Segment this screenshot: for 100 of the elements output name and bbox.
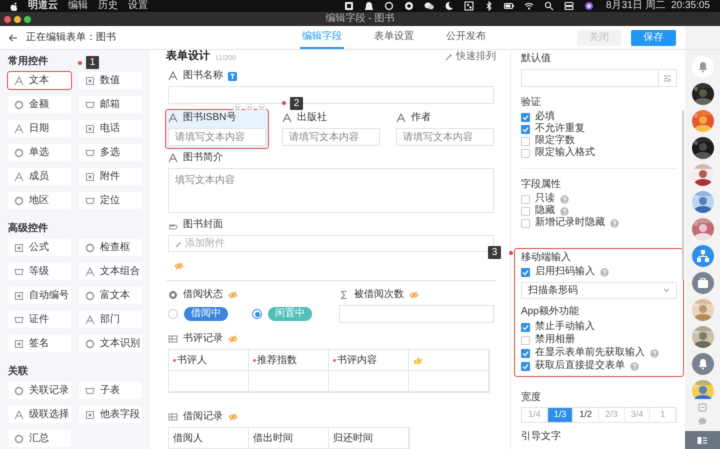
delete-icon[interactable] <box>257 104 266 113</box>
checkbox[interactable] <box>521 136 530 146</box>
control-item[interactable]: 等级 <box>8 263 71 280</box>
field-type-icon <box>168 334 178 344</box>
control-item[interactable]: 自动编号 <box>8 287 71 304</box>
settings-icon[interactable] <box>233 104 242 113</box>
organization-icon[interactable] <box>692 245 714 267</box>
default-value-field[interactable] <box>521 69 677 87</box>
bell-icon[interactable] <box>692 56 714 78</box>
checkbox[interactable] <box>521 348 530 358</box>
checkbox[interactable] <box>521 362 530 370</box>
control-item[interactable]: 关联记录 <box>8 382 71 399</box>
checkbox[interactable] <box>521 336 530 344</box>
menu-item[interactable]: 历史 <box>98 1 118 11</box>
help-icon[interactable] <box>600 268 609 276</box>
control-center-icon[interactable] <box>564 1 574 11</box>
grid-icon[interactable] <box>464 1 474 11</box>
table-cell[interactable] <box>409 371 489 392</box>
moon-icon[interactable] <box>444 1 454 11</box>
control-item[interactable]: 日期 <box>8 120 71 137</box>
close-window-button[interactable] <box>4 16 11 22</box>
briefcase-icon[interactable] <box>692 272 714 294</box>
table-cell[interactable] <box>169 371 249 392</box>
control-item[interactable]: 地区 <box>8 192 71 209</box>
help-icon[interactable] <box>630 362 639 370</box>
control-item[interactable]: 多选 <box>79 144 142 161</box>
zoom-window-button[interactable] <box>24 16 31 22</box>
chat-bubbles-icon[interactable] <box>424 1 434 11</box>
chat-bubble-icon[interactable] <box>384 1 394 11</box>
radio-button[interactable] <box>252 309 262 319</box>
help-icon[interactable] <box>560 206 569 216</box>
control-item[interactable]: 公式 <box>8 239 71 256</box>
checkbox[interactable] <box>521 112 530 122</box>
menu-item[interactable]: 编辑 <box>68 1 88 11</box>
control-item[interactable]: 他表字段 <box>79 406 142 423</box>
quick-sort-button[interactable]: 快速排列 <box>445 52 496 62</box>
menu-item[interactable]: 明道云 <box>28 1 58 11</box>
tab[interactable]: 表单设置 <box>372 26 416 49</box>
tray-app-icon[interactable] <box>344 1 354 11</box>
control-item[interactable]: 部门 <box>79 311 142 328</box>
checkbox[interactable] <box>521 218 530 228</box>
panel-toggle-button[interactable] <box>685 431 720 449</box>
control-type-icon <box>85 172 95 182</box>
tab[interactable]: 公开发布 <box>444 26 488 49</box>
bluetooth-icon[interactable] <box>484 1 494 11</box>
scan-mode-dropdown[interactable]: 扫描条形码 <box>521 282 677 299</box>
back-arrow-icon[interactable] <box>8 32 18 42</box>
text-field[interactable] <box>168 86 494 104</box>
checkbox[interactable] <box>521 268 530 276</box>
control-item[interactable]: 富文本 <box>79 287 142 304</box>
checkbox[interactable] <box>521 194 530 204</box>
control-item[interactable]: 定位 <box>79 192 142 209</box>
bell-icon[interactable] <box>692 353 714 375</box>
number-field[interactable] <box>339 305 494 323</box>
help-icon[interactable] <box>560 194 569 204</box>
copy-icon[interactable] <box>245 104 254 113</box>
contacts-book-icon[interactable] <box>698 403 707 412</box>
control-item[interactable]: 证件 <box>8 311 71 328</box>
control-item[interactable]: 金额 <box>8 96 71 113</box>
text-field[interactable]: 请填写文本内容 <box>168 128 266 146</box>
text-field[interactable]: 请填写文本内容 <box>282 128 380 146</box>
table-cell[interactable] <box>249 371 329 392</box>
control-item[interactable]: 数值 <box>79 72 142 89</box>
control-item[interactable]: 文本组合 <box>79 263 142 280</box>
penguin-icon[interactable] <box>364 1 374 11</box>
chevron-down-icon <box>663 288 670 293</box>
control-item[interactable]: 邮箱 <box>79 96 142 113</box>
checkbox[interactable] <box>521 148 530 158</box>
control-item[interactable]: 成员 <box>8 168 71 185</box>
search-icon[interactable] <box>544 1 554 11</box>
control-item[interactable]: 文本识别 <box>79 335 142 352</box>
chat-icon[interactable] <box>698 417 707 426</box>
width-option[interactable]: 1/2 <box>573 408 600 422</box>
wifi-icon[interactable] <box>524 1 534 11</box>
text-field[interactable]: 请填写文本内容 <box>396 128 494 146</box>
control-item[interactable]: 汇总 <box>8 430 71 447</box>
table-cell[interactable] <box>329 371 409 392</box>
checkbox[interactable] <box>521 206 530 216</box>
control-item[interactable]: 电话 <box>79 120 142 137</box>
text-area[interactable]: 填写文本内容 <box>168 168 494 213</box>
minimize-window-button[interactable] <box>14 16 21 22</box>
help-icon[interactable] <box>610 218 619 228</box>
control-item[interactable]: 附件 <box>79 168 142 185</box>
checkbox[interactable] <box>521 124 530 134</box>
scrollbar-thumb[interactable] <box>682 110 684 280</box>
tray-circle-icon[interactable] <box>404 1 414 11</box>
checkbox[interactable] <box>521 322 530 332</box>
help-icon[interactable] <box>650 348 659 358</box>
siri-icon[interactable] <box>584 1 594 11</box>
control-item[interactable]: 单选 <box>8 144 71 161</box>
control-item[interactable]: 文本 <box>8 72 71 89</box>
radio-button[interactable] <box>168 309 178 319</box>
control-item[interactable]: 级联选择 <box>8 406 71 423</box>
control-item[interactable]: 检查框 <box>79 239 142 256</box>
control-item[interactable]: 子表 <box>79 382 142 399</box>
apple-logo-icon[interactable] <box>10 2 18 10</box>
menu-item[interactable]: 设置 <box>128 1 148 11</box>
field-picker-icon[interactable] <box>663 74 672 82</box>
battery-icon[interactable] <box>504 1 514 11</box>
control-item[interactable]: 签名 <box>8 335 71 352</box>
